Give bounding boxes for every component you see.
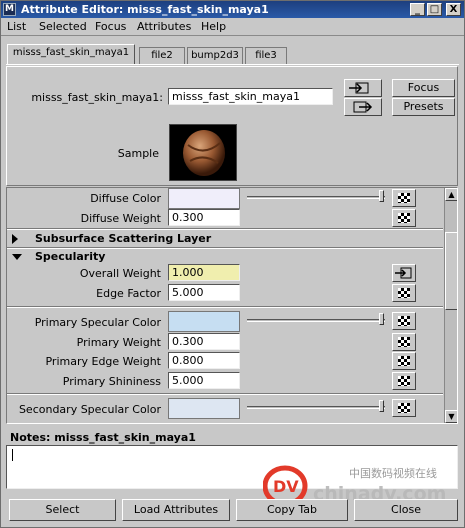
close-window-button[interactable]: X: [446, 3, 461, 16]
primary-specular-color-slider[interactable]: [247, 319, 385, 322]
diffuse-weight-map-button[interactable]: [392, 209, 416, 227]
menu-list[interactable]: List: [7, 20, 26, 33]
sample-sphere-icon: [183, 130, 225, 176]
input-connections-button[interactable]: [344, 79, 382, 97]
menu-attributes[interactable]: Attributes: [137, 20, 191, 33]
checker-map-icon: [398, 193, 410, 203]
sample-label: Sample: [117, 147, 159, 160]
node-name-label: misss_fast_skin_maya1:: [31, 91, 163, 104]
secondary-specular-color-slider-thumb[interactable]: [379, 400, 384, 412]
scroll-up-arrow-icon[interactable]: ▲: [445, 188, 457, 201]
minimize-button[interactable]: _: [410, 3, 425, 16]
presets-button[interactable]: Presets: [392, 98, 455, 116]
tab-baseline: [6, 64, 459, 65]
secondary-specular-color-label: Secondary Specular Color: [18, 403, 161, 416]
diffuse-color-map-button[interactable]: [392, 189, 416, 207]
checker-map-icon: [398, 376, 410, 386]
scroll-down-arrow-icon[interactable]: ▼: [445, 410, 457, 423]
subsurface-section-title: Subsurface Scattering Layer: [35, 232, 212, 245]
load-attributes-button[interactable]: Load Attributes: [122, 499, 230, 521]
output-connections-button[interactable]: [344, 98, 382, 116]
tab-misss-fast-skin-maya1[interactable]: misss_fast_skin_maya1: [7, 44, 135, 65]
menu-help[interactable]: Help: [201, 20, 226, 33]
primary-specular-color-map-button[interactable]: [392, 312, 416, 330]
maximize-button[interactable]: □: [427, 3, 442, 16]
primary-edge-weight-map-button[interactable]: [392, 352, 416, 370]
svg-text:中国数码视频在线: 中国数码视频在线: [349, 466, 437, 480]
primary-specular-color-swatch[interactable]: [168, 311, 240, 332]
edge-factor-label: Edge Factor: [96, 287, 161, 300]
checker-map-icon: [398, 316, 410, 326]
primary-weight-map-button[interactable]: [392, 333, 416, 351]
arrow-in-icon: [395, 267, 412, 279]
svg-text:DV: DV: [273, 477, 299, 496]
tab-file3[interactable]: file3: [245, 47, 287, 65]
close-button[interactable]: Close: [354, 499, 458, 521]
primary-shininess-label: Primary Shininess: [62, 375, 161, 388]
primary-specular-color-label: Primary Specular Color: [34, 316, 161, 329]
text-cursor: [12, 449, 13, 461]
primary-edge-weight-label: Primary Edge Weight: [45, 355, 161, 368]
specularity-section-title: Specularity: [35, 250, 106, 263]
diffuse-weight-label: Diffuse Weight: [80, 212, 161, 225]
overall-weight-label: Overall Weight: [79, 267, 161, 280]
sample-swatch[interactable]: [169, 124, 237, 181]
expand-triangle-icon: [12, 234, 18, 244]
node-name-field[interactable]: misss_fast_skin_maya1: [168, 88, 333, 105]
checker-map-icon: [398, 403, 410, 413]
menu-divider: [1, 35, 464, 36]
copy-tab-button[interactable]: Copy Tab: [236, 499, 348, 521]
primary-specular-color-slider-thumb[interactable]: [379, 313, 384, 325]
window-title: Attribute Editor: misss_fast_skin_maya1: [21, 3, 269, 16]
tab-bump2d3[interactable]: bump2d3: [187, 47, 243, 65]
subsurface-section-header[interactable]: Subsurface Scattering Layer: [7, 230, 443, 247]
secondary-specular-color-map-button[interactable]: [392, 399, 416, 417]
diffuse-color-label: Diffuse Color: [90, 192, 161, 205]
attribute-scroll-area[interactable]: Diffuse Color Diffuse Weight 0.300 Subsu…: [6, 187, 458, 424]
checker-map-icon: [398, 213, 410, 223]
diffuse-color-slider-thumb[interactable]: [379, 190, 384, 202]
edge-factor-field[interactable]: 5.000: [168, 284, 240, 301]
vertical-scrollbar[interactable]: ▲ ▼: [444, 188, 457, 423]
diffuse-weight-field[interactable]: 0.300: [168, 209, 240, 226]
title-bar[interactable]: M Attribute Editor: misss_fast_skin_maya…: [1, 1, 464, 18]
menu-focus[interactable]: Focus: [95, 20, 126, 33]
primary-weight-label: Primary Weight: [76, 336, 161, 349]
menu-bar: List Selected Focus Attributes Help: [1, 18, 464, 35]
maya-app-icon: M: [3, 3, 16, 16]
secondary-specular-color-swatch[interactable]: [168, 398, 240, 419]
section-separator: [7, 306, 443, 308]
scrollbar-thumb[interactable]: [445, 232, 457, 310]
focus-button[interactable]: Focus: [392, 79, 455, 97]
primary-shininess-map-button[interactable]: [392, 372, 416, 390]
edge-factor-map-button[interactable]: [392, 284, 416, 302]
checker-map-icon: [398, 288, 410, 298]
checker-map-icon: [398, 337, 410, 347]
checker-map-icon: [398, 356, 410, 366]
arrow-in-icon: [349, 82, 369, 94]
overall-weight-field[interactable]: 1.000: [168, 264, 240, 281]
primary-shininess-field[interactable]: 5.000: [168, 372, 240, 389]
collapse-triangle-icon: [12, 254, 22, 260]
primary-weight-field[interactable]: 0.300: [168, 333, 240, 350]
secondary-specular-color-slider[interactable]: [247, 406, 385, 409]
specularity-section-header[interactable]: Specularity: [7, 248, 443, 265]
overall-weight-connection-button[interactable]: [392, 264, 416, 282]
select-button[interactable]: Select: [9, 499, 116, 521]
notes-label: Notes: misss_fast_skin_maya1: [10, 431, 196, 444]
diffuse-color-slider[interactable]: [247, 196, 385, 199]
node-header-panel: misss_fast_skin_maya1: misss_fast_skin_m…: [6, 66, 458, 186]
section-separator: [7, 393, 443, 395]
diffuse-color-swatch[interactable]: [168, 188, 240, 209]
menu-selected[interactable]: Selected: [39, 20, 87, 33]
arrow-out-icon: [353, 101, 373, 113]
attribute-editor-window: M Attribute Editor: misss_fast_skin_maya…: [0, 0, 465, 528]
primary-edge-weight-field[interactable]: 0.800: [168, 352, 240, 369]
tab-file2[interactable]: file2: [139, 47, 185, 65]
